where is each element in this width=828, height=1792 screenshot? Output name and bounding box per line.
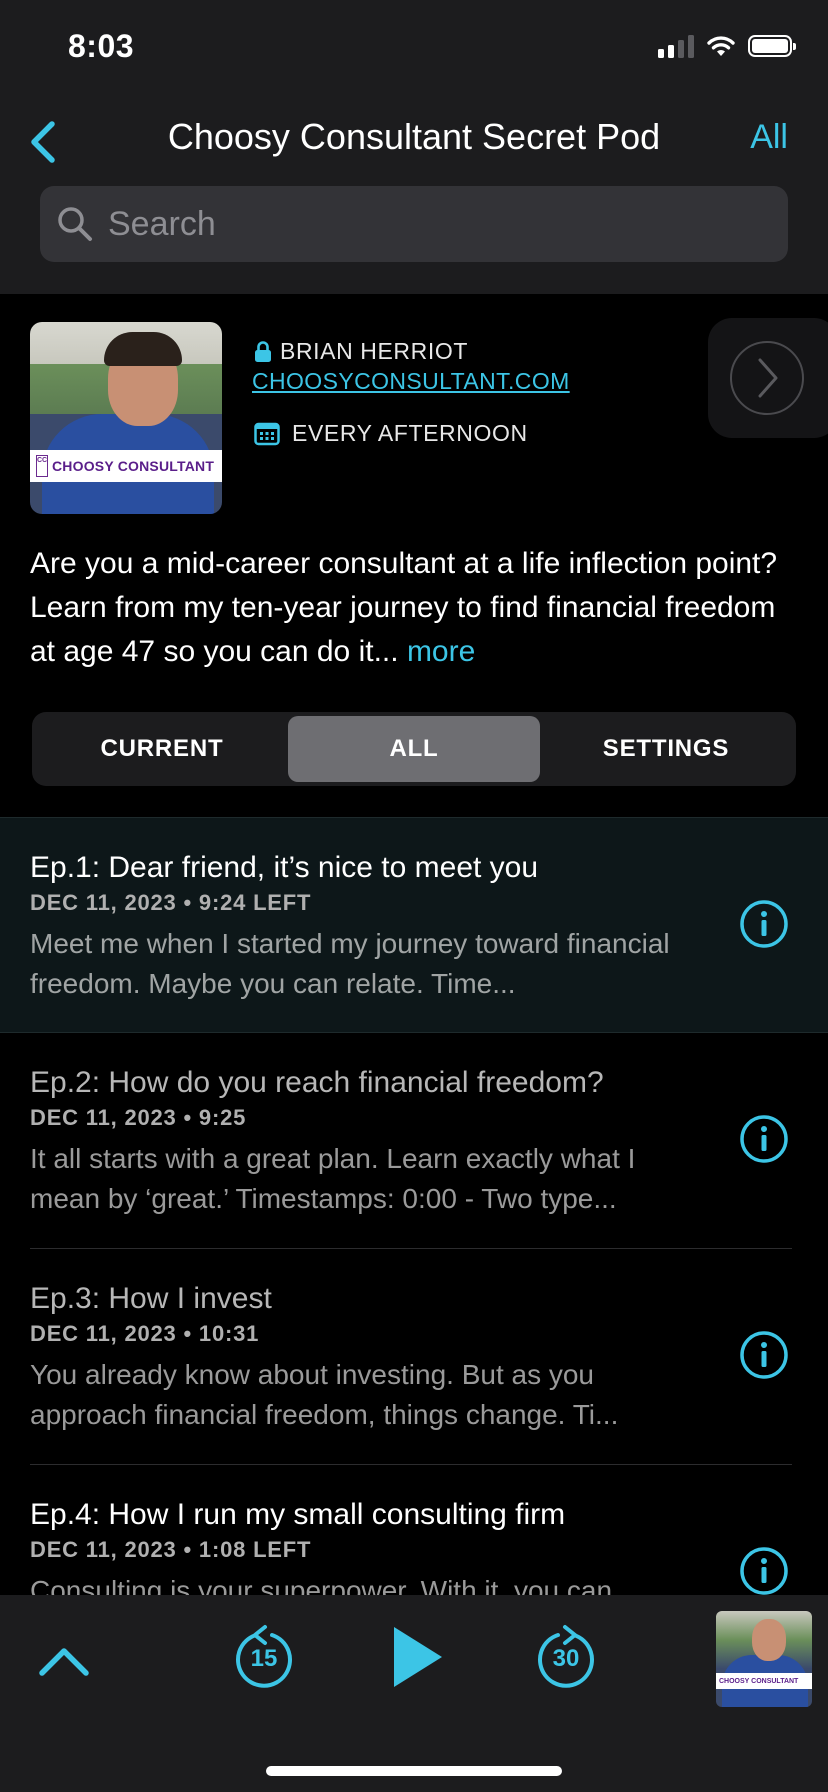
episode-description: It all starts with a great plan. Learn e… [30,1143,636,1214]
more-link[interactable]: more [407,635,475,668]
search-icon [58,207,92,241]
search-input[interactable] [108,204,748,244]
episode-duration: 1:08 LEFT [198,1537,312,1562]
description-text: Are you a mid-career consultant at a lif… [30,547,778,668]
podcast-artwork: CC CHOOSY CONSULTANT [30,322,222,514]
info-icon[interactable] [738,898,790,950]
cellular-signal-icon [658,34,694,58]
episode-date: DEC 11, 2023 [30,1321,177,1346]
skip-forward-button[interactable]: 30 [530,1623,602,1695]
episode-title: Ep.4: How I run my small consulting firm [30,1498,566,1531]
skip-back-button[interactable]: 15 [228,1623,300,1695]
search-bar[interactable] [40,186,788,262]
battery-icon [748,35,796,57]
artwork-brand-text: CHOOSY CONSULTANT [52,458,215,474]
segmented-control: CURRENT ALL SETTINGS [32,712,796,786]
episode-description: You already know about investing. But as… [30,1359,619,1430]
status-icons [658,34,796,58]
schedule-text: EVERY AFTERNOON [292,420,528,446]
home-indicator[interactable] [266,1766,562,1776]
podcast-description: Are you a mid-career consultant at a lif… [30,542,800,674]
episode-title: Ep.2: How do you reach financial freedom… [30,1066,604,1099]
tab-current[interactable]: CURRENT [36,716,288,782]
episode-list: Ep.1: Dear friend, it’s nice to meet you… [0,817,828,1595]
episode-title: Ep.3: How I invest [30,1282,272,1315]
episode-date: DEC 11, 2023 [30,1537,177,1562]
info-icon[interactable] [738,1329,790,1381]
skip-forward-label: 30 [552,1645,580,1672]
podcast-author: BRIAN HERRIOT [254,338,468,365]
episode-title: Ep.1: Dear friend, it’s nice to meet you [30,851,539,884]
episode-meta: DEC 11, 2023 • 9:24 LEFT [30,890,312,915]
next-podcast-button[interactable] [708,318,828,438]
episode-meta: DEC 11, 2023 • 9:25 [30,1105,247,1130]
episode-meta: DEC 11, 2023 • 10:31 [30,1321,260,1346]
episode-row[interactable]: Ep.3: How I invest DEC 11, 2023 • 10:31 … [0,1249,828,1465]
episode-description: Consulting is your superpower. With it, … [30,1575,636,1595]
all-button[interactable]: All [750,118,788,157]
website-link[interactable]: CHOOSYCONSULTANT.COM [252,368,570,395]
podcast-schedule: EVERY AFTERNOON [254,420,528,447]
chevron-right-icon [758,358,778,398]
now-playing-artwork[interactable]: CHOOSY CONSULTANT [716,1611,812,1707]
wifi-icon [707,36,735,56]
artwork-cc-mark: CC [36,455,48,477]
episode-date: DEC 11, 2023 [30,890,177,915]
status-time: 8:03 [68,28,135,64]
episode-date: DEC 11, 2023 [30,1105,177,1130]
episode-row[interactable]: Ep.4: How I run my small consulting firm… [0,1465,828,1595]
episode-description: Meet me when I started my journey toward… [30,928,670,999]
info-icon[interactable] [738,1113,790,1165]
chevron-up-icon[interactable] [36,1641,92,1681]
tab-settings[interactable]: SETTINGS [540,716,792,782]
episode-duration: 9:24 LEFT [198,890,312,915]
mini-player: 15 30 CHOOSY CONSULTANT [0,1595,828,1792]
tab-all[interactable]: ALL [288,716,540,782]
page-title: Choosy Consultant Secret Pod [167,116,661,157]
thumb-brand-text: CHOOSY CONSULTANT [716,1673,812,1689]
episode-meta: DEC 11, 2023 • 1:08 LEFT [30,1537,312,1562]
episode-duration: 10:31 [198,1321,260,1346]
play-button[interactable] [390,1625,446,1689]
author-name: BRIAN HERRIOT [280,338,468,364]
skip-back-label: 15 [250,1645,278,1672]
episode-row[interactable]: Ep.1: Dear friend, it’s nice to meet you… [0,817,828,1033]
info-icon[interactable] [738,1545,790,1595]
lock-icon [255,340,271,362]
calendar-icon [254,422,280,445]
episode-duration: 9:25 [198,1105,247,1130]
episode-row[interactable]: Ep.2: How do you reach financial freedom… [0,1033,828,1249]
